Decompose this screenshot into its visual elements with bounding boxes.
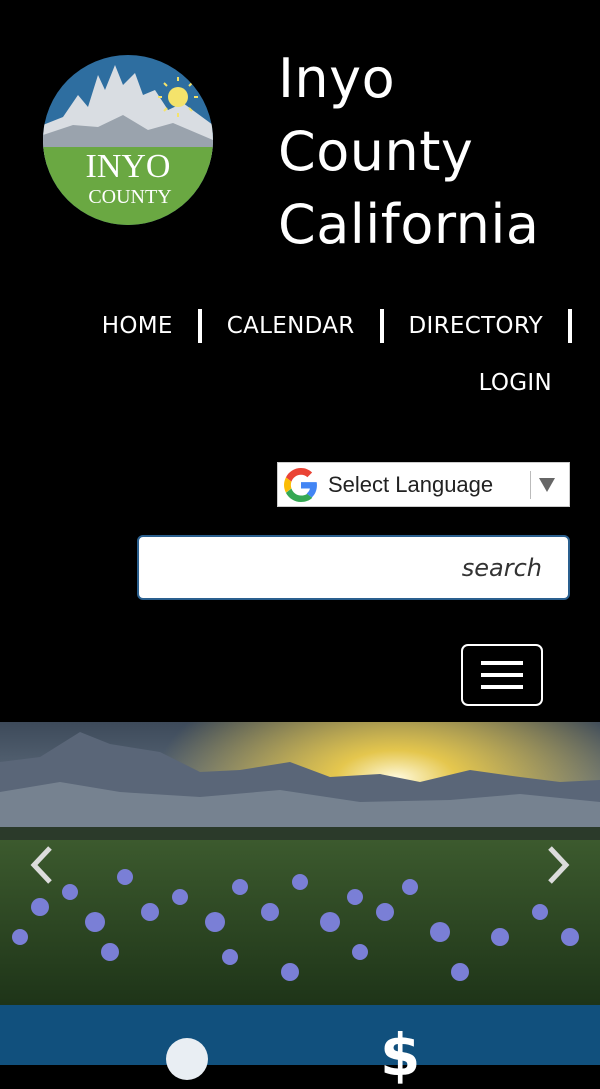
search-box [137,535,570,600]
site-title[interactable]: Inyo County California [278,42,588,261]
hamburger-menu-button[interactable] [461,644,543,706]
site-header: INYO COUNTY Inyo County California HOME … [0,0,600,722]
nav-directory-link[interactable]: DIRECTORY [384,309,572,343]
dollar-icon[interactable]: $ [380,1026,420,1084]
hero-carousel [0,722,600,1005]
search-input[interactable] [139,552,544,583]
language-select[interactable]: Select Language [277,462,570,507]
hamburger-line [481,673,523,677]
nav-calendar-link[interactable]: CALENDAR [202,309,384,343]
chevron-left-icon [30,846,52,884]
site-title-line-3: California [278,193,540,256]
carousel-next-button[interactable] [538,840,578,890]
hero-image [0,722,600,1005]
logo-text-inyo: INYO [86,148,171,185]
circle-icon[interactable] [166,1038,208,1080]
google-g-icon [284,467,317,502]
hamburger-line [481,661,523,665]
nav-login-link[interactable]: LOGIN [479,370,552,396]
language-select-divider [530,470,531,499]
nav-login-row: LOGIN [479,370,552,396]
hamburger-line [481,685,523,689]
language-select-label: Select Language [328,471,494,497]
site-title-line-2: County [278,120,474,183]
logo-text-county: COUNTY [88,186,171,208]
chevron-right-icon [548,846,570,884]
quick-links-bar [0,1005,600,1065]
site-title-line-1: Inyo [278,47,396,110]
main-nav: HOME CALENDAR DIRECTORY [102,306,572,346]
nav-home-link[interactable]: HOME [102,309,202,343]
dropdown-arrow-icon [539,477,555,492]
carousel-prev-button[interactable] [24,840,64,890]
county-logo[interactable]: INYO COUNTY [43,55,213,225]
